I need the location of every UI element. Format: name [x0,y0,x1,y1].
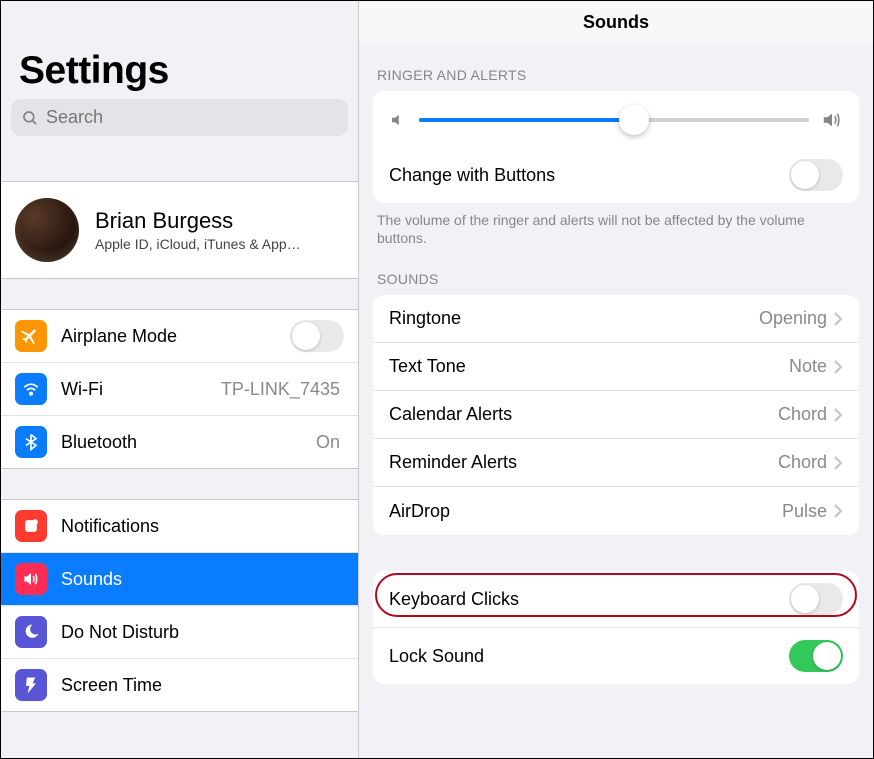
chevron-right-icon [833,311,843,327]
sound-label: Ringtone [389,308,759,329]
sidebar-item-label: Notifications [61,516,344,537]
account-name: Brian Burgess [95,208,301,234]
sidebar-item-label: Wi-Fi [61,379,221,400]
sound-label: Reminder Alerts [389,452,778,473]
chevron-right-icon [833,359,843,375]
volume-high-icon [821,109,843,131]
avatar [15,198,79,262]
sound-label: Text Tone [389,356,789,377]
sidebar-item-wifi[interactable]: Wi-FiTP-LINK_7435 [1,363,358,416]
sidebar-item-notifications[interactable]: Notifications [1,500,358,553]
sound-value: Chord [778,404,827,425]
account-subtitle: Apple ID, iCloud, iTunes & App… [95,236,301,252]
account-row[interactable]: Brian Burgess Apple ID, iCloud, iTunes &… [1,182,358,278]
sound-value: Pulse [782,501,827,522]
chevron-right-icon [833,455,843,471]
sound-label: Calendar Alerts [389,404,778,425]
sidebar-item-label: Do Not Disturb [61,622,344,643]
notifications-icon [15,510,47,542]
settings-title: Settings [1,1,358,99]
change-with-buttons-toggle[interactable] [789,159,843,191]
toggle-label: Lock Sound [389,646,789,667]
sidebar-item-label: Screen Time [61,675,344,696]
dnd-icon [15,616,47,648]
detail-pane: Sounds RINGER AND ALERTS Change with But… [359,1,873,758]
sounds-icon [15,563,47,595]
sound-value: Chord [778,452,827,473]
sound-row-calendar-alerts[interactable]: Calendar AlertsChord [373,391,859,439]
sidebar-item-bluetooth[interactable]: BluetoothOn [1,416,358,468]
detail-title: Sounds [359,1,873,43]
sidebar-item-label: Airplane Mode [61,326,290,347]
section-sounds-header: SOUNDS [359,247,873,295]
volume-slider-row [373,91,859,147]
keyboard_clicks-toggle[interactable] [789,583,843,615]
sidebar: Settings Brian Burgess Apple ID, iCloud,… [1,1,359,758]
change-with-buttons-row[interactable]: Change with Buttons [373,147,859,203]
ringer-note: The volume of the ringer and alerts will… [359,203,873,247]
change-with-buttons-label: Change with Buttons [389,165,789,186]
sound-row-airdrop[interactable]: AirDropPulse [373,487,859,535]
section-ringer-header: RINGER AND ALERTS [359,43,873,91]
sidebar-item-airplane[interactable]: Airplane Mode [1,310,358,363]
volume-low-icon [389,111,407,129]
toggle-row-keyboard_clicks[interactable]: Keyboard Clicks [373,571,859,628]
lock_sound-toggle[interactable] [789,640,843,672]
toggle-label: Keyboard Clicks [389,589,789,610]
sidebar-item-value: On [316,432,340,453]
sidebar-item-sounds[interactable]: Sounds [1,553,358,606]
airplane-toggle[interactable] [290,320,344,352]
sidebar-item-label: Bluetooth [61,432,316,453]
search-icon [21,109,39,127]
sound-row-reminder-alerts[interactable]: Reminder AlertsChord [373,439,859,487]
sidebar-item-value: TP-LINK_7435 [221,379,340,400]
sound-label: AirDrop [389,501,782,522]
search-input[interactable] [46,107,338,128]
search-field[interactable] [11,99,348,136]
wifi-icon [15,373,47,405]
volume-slider[interactable] [419,118,809,122]
chevron-right-icon [833,503,843,519]
sound-value: Opening [759,308,827,329]
sidebar-item-label: Sounds [61,569,344,590]
sound-row-ringtone[interactable]: RingtoneOpening [373,295,859,343]
bluetooth-icon [15,426,47,458]
chevron-right-icon [833,407,843,423]
sound-value: Note [789,356,827,377]
screentime-icon [15,669,47,701]
sidebar-item-dnd[interactable]: Do Not Disturb [1,606,358,659]
toggle-row-lock_sound[interactable]: Lock Sound [373,628,859,684]
sidebar-item-screentime[interactable]: Screen Time [1,659,358,711]
airplane-icon [15,320,47,352]
sound-row-text-tone[interactable]: Text ToneNote [373,343,859,391]
